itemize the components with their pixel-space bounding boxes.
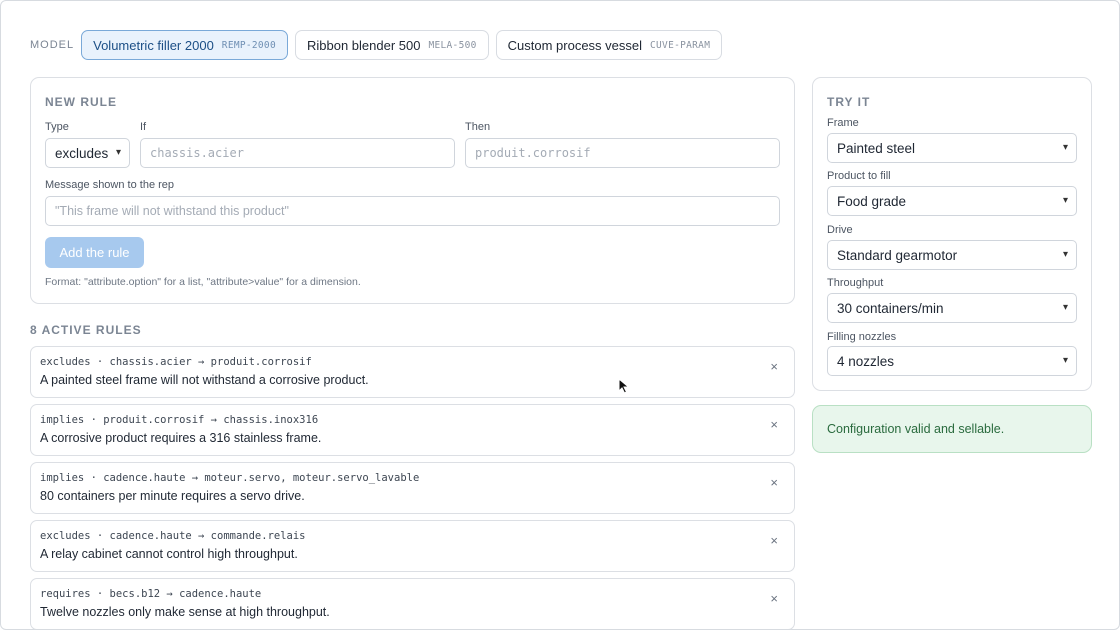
rule-code: implies · cadence.haute → moteur.servo, … (40, 472, 420, 484)
type-select[interactable]: excludes ▾ (45, 138, 130, 168)
active-rules-title: 8 ACTIVE RULES (30, 323, 142, 337)
nozzles-label: Filling nozzles (827, 331, 897, 343)
rule-item: requires · becs.b12 → cadence.haute Twel… (30, 578, 795, 629)
frame-select[interactable]: Painted steel ▾ (827, 133, 1077, 163)
product-select-value: Food grade (837, 193, 907, 209)
drive-select-value: Standard gearmotor (837, 247, 958, 263)
close-icon[interactable]: × (770, 417, 778, 432)
rule-code: requires · becs.b12 → cadence.haute (40, 588, 262, 600)
rule-item: excludes · cadence.haute → commande.rela… (30, 520, 795, 572)
rule-item: excludes · chassis.acier → produit.corro… (30, 346, 795, 398)
if-input[interactable] (140, 138, 455, 168)
product-select[interactable]: Food grade ▾ (827, 186, 1077, 216)
type-label: Type (45, 121, 69, 133)
mouse-cursor-icon (618, 378, 630, 394)
then-label: Then (465, 121, 491, 133)
drive-select[interactable]: Standard gearmotor ▾ (827, 240, 1077, 270)
chevron-down-icon: ▾ (1062, 142, 1068, 153)
try-it-title: TRY IT (827, 95, 871, 109)
throughput-label: Throughput (827, 277, 884, 289)
rule-message: Twelve nozzles only make sense at high t… (40, 605, 330, 619)
model-code: REMP-2000 (221, 39, 276, 51)
chevron-down-icon: ▾ (1062, 195, 1068, 206)
close-icon[interactable]: × (770, 591, 778, 606)
close-icon[interactable]: × (770, 475, 778, 490)
model-chip-volumetric-filler[interactable]: Volumetric filler 2000 REMP-2000 (81, 30, 288, 60)
chevron-down-icon: ▾ (1062, 302, 1068, 313)
add-rule-button[interactable]: Add the rule (45, 237, 144, 268)
model-chip-ribbon-blender[interactable]: Ribbon blender 500 MELA-500 (294, 30, 489, 60)
rule-message: A corrosive product requires a 316 stain… (40, 431, 322, 445)
drive-label: Drive (827, 224, 853, 236)
if-label: If (140, 121, 147, 133)
close-icon[interactable]: × (770, 359, 778, 374)
then-input[interactable] (465, 138, 780, 168)
model-name: Ribbon blender 500 (306, 37, 421, 53)
try-it-card: TRY IT Frame Painted steel ▾ Product to … (812, 77, 1092, 391)
new-rule-card: NEW RULE Type excludes ▾ If Then Message… (30, 77, 795, 304)
rule-code: excludes · cadence.haute → commande.rela… (40, 530, 306, 542)
model-name: Custom process vessel (507, 37, 643, 53)
validation-status: Configuration valid and sellable. (812, 405, 1092, 453)
throughput-select[interactable]: 30 containers/min ▾ (827, 293, 1077, 323)
model-code: MELA-500 (428, 39, 477, 51)
model-code: CUVE-PARAM (650, 39, 711, 51)
nozzles-select-value: 4 nozzles (837, 353, 895, 369)
product-label: Product to fill (827, 170, 891, 182)
message-label: Message shown to the rep (45, 179, 175, 191)
throughput-select-value: 30 containers/min (837, 300, 944, 316)
type-select-value: excludes (55, 145, 109, 161)
format-hint: Format: "attribute.option" for a list, "… (45, 276, 361, 288)
model-chip-custom-vessel[interactable]: Custom process vessel CUVE-PARAM (495, 30, 723, 60)
rule-message: A relay cabinet cannot control high thro… (40, 547, 298, 561)
rule-code: implies · produit.corrosif → chassis.ino… (40, 414, 319, 426)
frame-label: Frame (827, 117, 859, 129)
frame-select-value: Painted steel (837, 140, 916, 156)
message-input[interactable] (45, 196, 780, 226)
chevron-down-icon: ▾ (115, 147, 121, 158)
rule-item: implies · produit.corrosif → chassis.ino… (30, 404, 795, 456)
new-rule-title: NEW RULE (45, 95, 117, 109)
rule-message: 80 containers per minute requires a serv… (40, 489, 305, 503)
app-window: MODEL Volumetric filler 2000 REMP-2000 R… (0, 0, 1120, 630)
chevron-down-icon: ▾ (1062, 355, 1068, 366)
model-name: Volumetric filler 2000 (93, 37, 214, 53)
model-selector: MODEL Volumetric filler 2000 REMP-2000 R… (30, 30, 723, 60)
rule-item: implies · cadence.haute → moteur.servo, … (30, 462, 795, 514)
rule-code: excludes · chassis.acier → produit.corro… (40, 356, 312, 368)
rule-message: A painted steel frame will not withstand… (40, 373, 369, 387)
nozzles-select[interactable]: 4 nozzles ▾ (827, 346, 1077, 376)
chevron-down-icon: ▾ (1062, 249, 1068, 260)
close-icon[interactable]: × (770, 533, 778, 548)
model-label: MODEL (30, 39, 75, 51)
